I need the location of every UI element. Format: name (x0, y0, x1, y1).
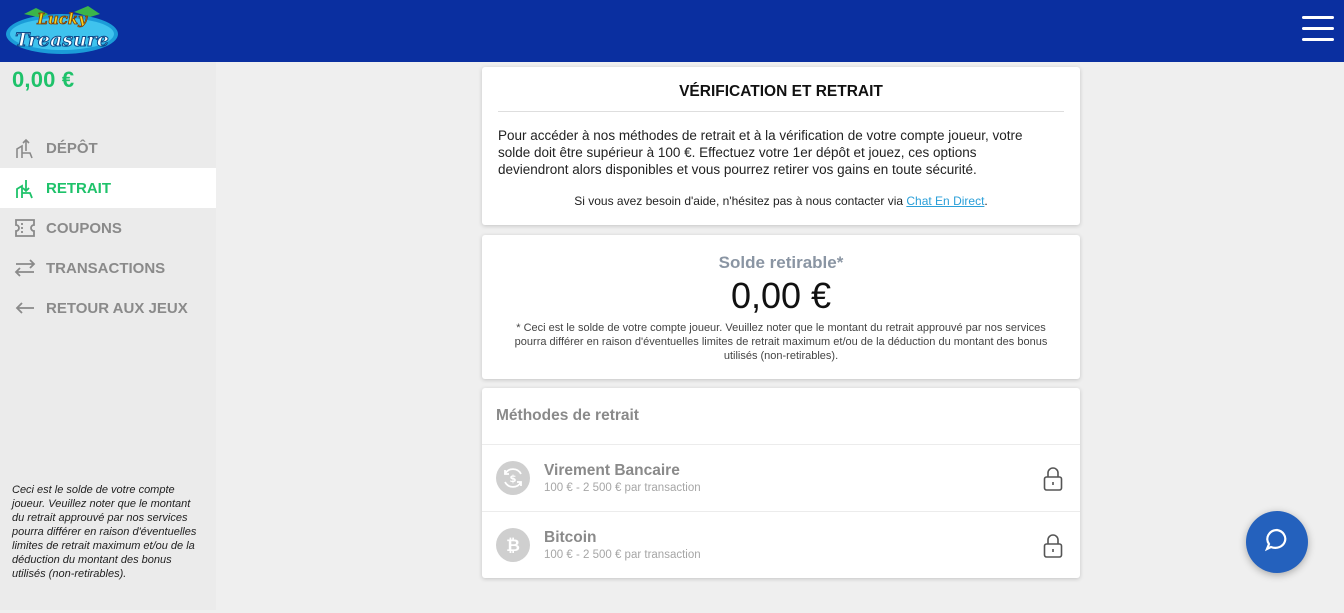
lucky-treasure-logo[interactable]: Lucky Treasure (4, 4, 120, 58)
method-range: 100 € - 2 500 € par transaction (544, 482, 701, 494)
transactions-icon (12, 256, 38, 280)
sidebar-item-label: DÉPÔT (46, 139, 98, 157)
method-name: Virement Bancaire (544, 462, 680, 479)
methods-title: Méthodes de retrait (496, 407, 639, 424)
sidebar-item-label: TRANSACTIONS (46, 259, 166, 277)
coupon-icon (12, 216, 38, 240)
sidebar-item-transactions[interactable]: TRANSACTIONS (0, 248, 216, 288)
svg-text:Lucky: Lucky (36, 10, 88, 28)
sidebar-item-label: COUPONS (46, 219, 122, 237)
method-bank-transfer[interactable]: $ Virement Bancaire 100 € - 2 500 € par … (482, 444, 1080, 510)
withdrawable-note: * Ceci est le solde de votre compte joue… (514, 322, 1048, 362)
method-name: Bitcoin (544, 529, 597, 546)
method-bitcoin[interactable]: ₿ Bitcoin 100 € - 2 500 € par transactio… (482, 511, 1080, 577)
back-arrow-icon (12, 296, 38, 320)
lock-icon (1042, 466, 1064, 492)
help-suffix: . (984, 194, 988, 208)
svg-text:Treasure: Treasure (15, 29, 109, 51)
verification-card: VÉRIFICATION ET RETRAIT Pour accéder à n… (482, 67, 1080, 225)
verification-help: Si vous avez besoin d'aide, n'hésitez pa… (482, 194, 1080, 208)
deposit-icon (12, 136, 38, 160)
method-range: 100 € - 2 500 € par transaction (544, 549, 701, 561)
withdrawable-balance-card: Solde retirable* 0,00 € * Ceci est le so… (482, 235, 1080, 379)
withdrawable-amount: 0,00 € (730, 275, 832, 316)
svg-text:₿: ₿ (506, 536, 520, 556)
lock-icon (1042, 533, 1064, 559)
sidebar-item-retrait[interactable]: RETRAIT (0, 168, 216, 208)
svg-text:$: $ (510, 474, 517, 485)
live-chat-link[interactable]: Chat En Direct (906, 194, 984, 208)
sidebar-item-coupons[interactable]: COUPONS (0, 208, 216, 248)
sidebar-item-label: RETRAIT (46, 179, 111, 197)
chat-bubble-icon (1263, 526, 1291, 559)
withdrawal-methods-card: Méthodes de retrait $ Virement Bancaire … (482, 388, 1080, 578)
top-bar: Lucky Treasure (0, 0, 1344, 62)
verification-text: Pour accéder à nos méthodes de retrait e… (498, 128, 1023, 177)
bank-transfer-icon: $ (496, 461, 530, 495)
sidebar-balance-note: Ceci est le solde de votre compte joueur… (12, 484, 197, 580)
withdrawable-label: Solde retirable* (718, 253, 844, 272)
verification-title: VÉRIFICATION ET RETRAIT (498, 83, 1064, 112)
sidebar-item-retour-aux-jeux[interactable]: RETOUR AUX JEUX (0, 288, 216, 328)
help-prefix: Si vous avez besoin d'aide, n'hésitez pa… (574, 194, 907, 208)
sidebar-balance: 0,00 € (12, 67, 75, 92)
hamburger-icon[interactable] (1302, 16, 1334, 44)
sidebar-item-depot[interactable]: DÉPÔT (0, 128, 216, 168)
sidebar-item-label: RETOUR AUX JEUX (46, 299, 188, 317)
sidebar-nav: DÉPÔT RETRAIT COUPONS TRANSACTIONS RETOU… (0, 128, 216, 328)
live-chat-button[interactable] (1246, 511, 1308, 573)
sidebar: 0,00 € DÉPÔT RETRAIT COUPONS TRANSACTION… (0, 62, 216, 610)
bitcoin-icon: ₿ (496, 528, 530, 562)
withdraw-icon (12, 176, 38, 200)
